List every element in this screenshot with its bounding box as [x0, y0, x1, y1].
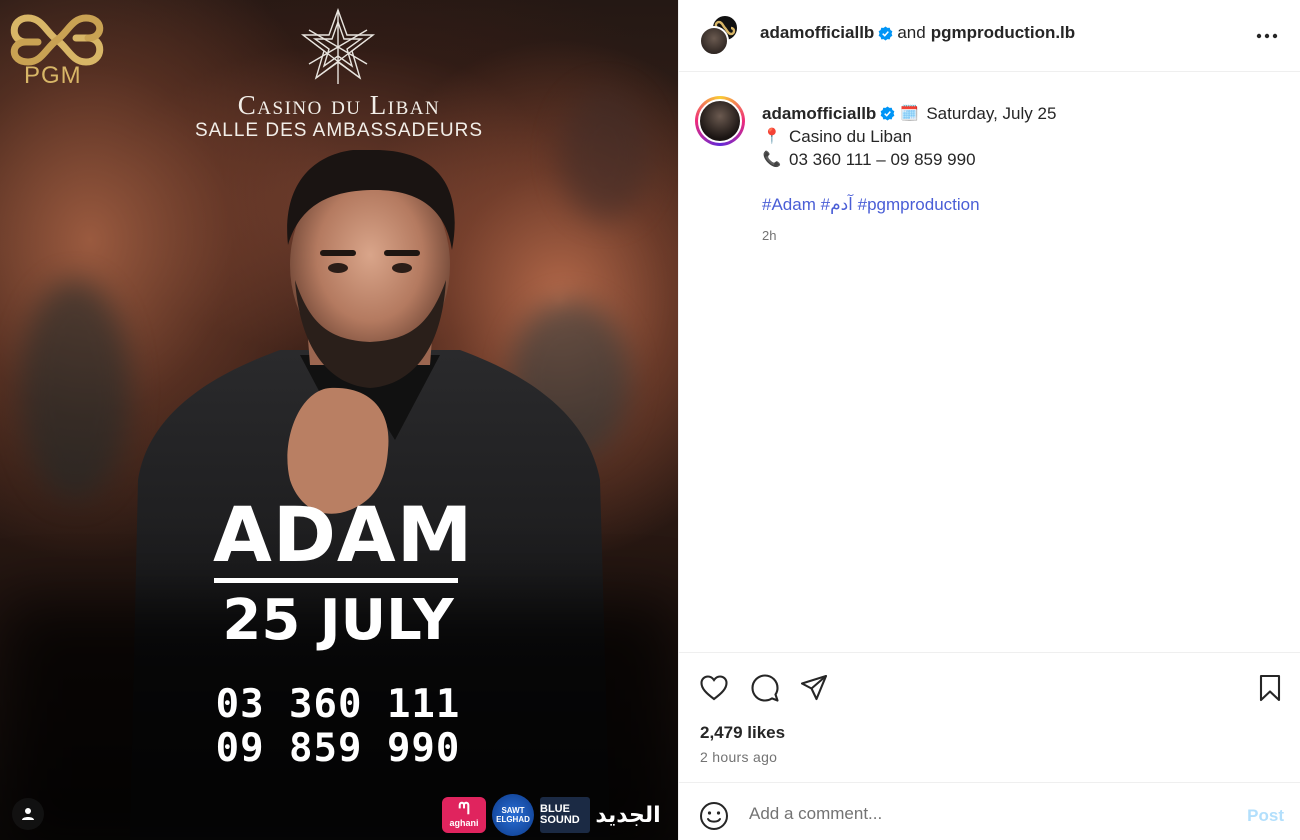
caption-username[interactable]: adamofficiallb: [762, 102, 876, 125]
avatar[interactable]: [698, 99, 742, 143]
hashtag-link[interactable]: #آدم: [821, 195, 853, 214]
caption: adamofficiallb 🗓️ Saturday, July 25 📍 Ca…: [762, 102, 1056, 247]
divider: [214, 578, 458, 583]
casino-star-logo: [299, 7, 377, 86]
smiley-icon: [700, 802, 728, 830]
hashtag-link[interactable]: #Adam: [762, 195, 816, 214]
paper-plane-icon: [800, 674, 828, 701]
and-text: and: [897, 23, 926, 42]
more-horizontal-icon: [1256, 33, 1278, 39]
venue-subtitle: SALLE DES AMBASSADEURS: [194, 120, 484, 141]
concert-date: 25 JULY: [222, 588, 454, 653]
more-options-button[interactable]: [1255, 24, 1279, 48]
hashtag-link[interactable]: #pgmproduction: [858, 195, 980, 214]
comment-bar: Post: [679, 782, 1300, 840]
calendar-icon: 🗓️: [899, 105, 919, 122]
phone-number: 03 360 111: [215, 682, 461, 727]
post-comment-button[interactable]: Post: [1247, 806, 1284, 826]
caption-phone: 03 360 111 – 09 859 990: [789, 150, 976, 169]
post-image[interactable]: PGM Casino du Liban SALLE DES AMBASSADEU…: [0, 0, 678, 840]
avatar[interactable]: [699, 26, 729, 56]
verified-badge-icon: [880, 106, 895, 121]
collab-avatars[interactable]: [699, 14, 743, 58]
author-username[interactable]: adamofficiallb: [760, 23, 874, 43]
venue-title: Casino du Liban: [237, 90, 441, 120]
al-jadeed-logo: الجديد: [595, 802, 661, 828]
comment-icon: [751, 674, 779, 702]
location-pin-icon: 📍: [762, 128, 782, 145]
heart-icon: [700, 675, 728, 701]
comment-input[interactable]: [749, 799, 1209, 829]
collaborator-username[interactable]: pgmproduction.lb: [931, 23, 1075, 43]
user-icon: [22, 808, 34, 820]
caption-timestamp[interactable]: 2h: [762, 224, 1056, 247]
blue-sound-logo: BLUE SOUND: [540, 797, 590, 833]
sawt-elghad-logo: SAWT ELGHAD: [492, 794, 534, 836]
share-button[interactable]: [799, 673, 829, 703]
caption-section: adamofficiallb 🗓️ Saturday, July 25 📍 Ca…: [679, 72, 1300, 652]
caption-location: Casino du Liban: [789, 127, 912, 146]
post-details-panel: adamofficiallb and pgmproduction.lb adam…: [678, 0, 1300, 840]
phone-number: 09 859 990: [215, 726, 461, 771]
caption-date: Saturday, July 25: [926, 104, 1057, 123]
hashtags: #Adam #آدم #pgmproduction: [762, 193, 1056, 216]
post-actions: 2,479 likes 2 hours ago: [679, 652, 1300, 782]
aghani-logo: ᘉ aghani: [442, 797, 486, 833]
verified-badge-icon: [878, 25, 893, 41]
post-authors: adamofficiallb and pgmproduction.lb: [760, 23, 1075, 43]
phone-icon: 📞: [762, 151, 782, 168]
like-button[interactable]: [699, 673, 729, 703]
pgm-logo-text: PGM: [24, 62, 82, 89]
likes-count[interactable]: 2,479 likes: [700, 723, 785, 743]
post-header: adamofficiallb and pgmproduction.lb: [679, 0, 1300, 72]
story-ring[interactable]: [695, 96, 745, 146]
background-paint: [20, 280, 130, 500]
artist-name: ADAM: [213, 490, 474, 579]
tagged-users-button[interactable]: [12, 798, 44, 830]
bookmark-icon: [1259, 674, 1281, 702]
emoji-picker-button[interactable]: [699, 801, 729, 831]
post-timestamp[interactable]: 2 hours ago: [700, 749, 777, 765]
comment-button[interactable]: [750, 673, 780, 703]
sponsor-logos: ᘉ aghani SAWT ELGHAD BLUE SOUND الجديد: [442, 794, 661, 836]
save-button[interactable]: [1255, 673, 1285, 703]
